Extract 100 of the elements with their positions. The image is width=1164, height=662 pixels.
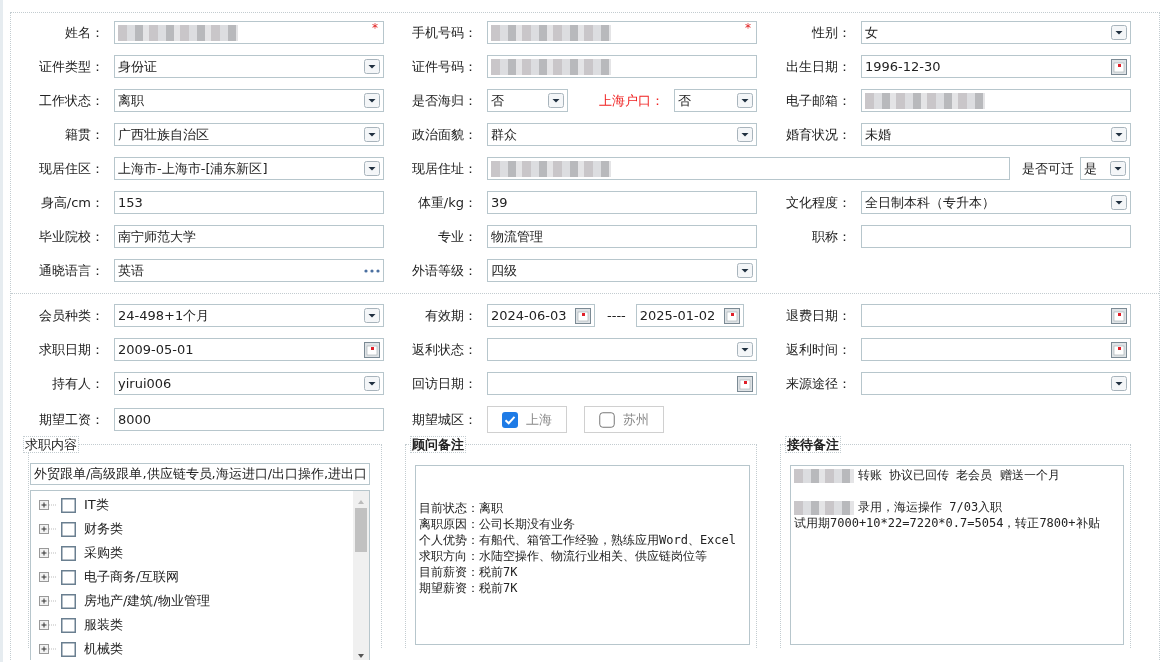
select-field[interactable] (861, 372, 1131, 395)
calendar-icon[interactable] (1111, 341, 1127, 358)
field-label: 出生日期： (785, 57, 851, 76)
date-field[interactable] (861, 338, 1131, 361)
select-field[interactable]: 未婚 (861, 123, 1131, 146)
select-field[interactable]: 四级 (487, 259, 757, 282)
panel-title: 顾问备注 (410, 436, 466, 453)
text-field[interactable] (487, 55, 757, 78)
select-field[interactable]: 离职 (114, 89, 384, 112)
dropdown-icon[interactable] (1111, 25, 1127, 40)
select-field[interactable]: 24-498+1个月 (114, 304, 384, 327)
tree-item[interactable]: 服装类 (39, 613, 353, 637)
dropdown-icon[interactable] (1111, 376, 1127, 391)
calendar-icon[interactable] (364, 341, 380, 358)
expand-icon[interactable] (39, 524, 57, 534)
calendar-icon[interactable] (575, 307, 591, 324)
expand-icon[interactable] (39, 548, 57, 558)
expand-icon[interactable] (39, 620, 57, 630)
notes-textarea[interactable]: 目前状态：离职 离职原因：公司长期没有业务 个人优势：有船代、箱管工作经验，熟练应用Word、Excel 求职方向：水陆空操作、物流行业相关、供应链岗位等 目前薪资：税前7K 期望薪资：税前7K (415, 465, 750, 645)
text-field[interactable]: 南宁师范大学 (114, 225, 384, 248)
tree-item[interactable]: 电子商务/互联网 (39, 565, 353, 589)
date-field[interactable] (487, 372, 757, 395)
checkbox-icon[interactable] (61, 545, 76, 561)
checkbox-icon[interactable] (61, 617, 76, 633)
field-label: 现居住址： (411, 159, 477, 178)
select-field[interactable]: 否 (487, 89, 568, 112)
checkbox-icon[interactable] (61, 641, 76, 657)
calendar-icon[interactable] (723, 307, 740, 324)
city-checkbox[interactable]: 苏州 (584, 406, 664, 433)
dropdown-icon[interactable] (548, 93, 564, 108)
field-label: 婚育状况： (785, 125, 851, 144)
tree-item[interactable]: 机械类 (39, 637, 353, 660)
calendar-icon[interactable] (737, 375, 753, 392)
checkbox-icon[interactable] (61, 569, 76, 585)
dropdown-icon[interactable] (1110, 161, 1126, 176)
checkbox-icon[interactable] (61, 497, 76, 513)
field-label: 有效期： (424, 306, 477, 325)
dropdown-icon[interactable] (737, 263, 753, 278)
tree-item[interactable]: 财务类 (39, 517, 353, 541)
calendar-icon[interactable] (1111, 307, 1127, 324)
expand-icon[interactable] (39, 500, 57, 510)
note-line: 离职原因：公司长期没有业务 (419, 517, 575, 531)
select-field[interactable]: 否 (674, 89, 757, 112)
scrollbar[interactable] (353, 491, 369, 660)
city-checkbox[interactable]: 上海 (487, 406, 567, 433)
field-label: 通晓语言： (38, 261, 104, 280)
text-field[interactable]: 8000 (114, 408, 384, 431)
dropdown-icon[interactable] (737, 127, 753, 142)
notes-textarea[interactable]: 转账 协议已回传 老会员 赠送一个月 录用，海运操作 7/03入职 试用期7000+10*22=7220*0.7=5054，转正7800+补贴 (790, 465, 1124, 645)
select-field[interactable]: yirui006 (114, 372, 384, 395)
field-label: 电子邮箱： (785, 91, 851, 110)
expand-icon[interactable] (39, 572, 57, 582)
text-field[interactable]: 外贸跟单/高级跟单,供应链专员,海运进口/出口操作,进出口 (30, 463, 370, 485)
expand-icon[interactable] (39, 596, 57, 606)
note-line: 试用期7000+10*22=7220*0.7=5054，转正7800+补贴 (794, 516, 1100, 530)
lookup-field[interactable]: 英语 (114, 259, 384, 282)
tree-item[interactable]: 房地产/建筑/物业管理 (39, 589, 353, 613)
text-field[interactable]: 39 (487, 191, 757, 214)
select-field[interactable] (487, 338, 757, 361)
text-field[interactable]: 物流管理 (487, 225, 757, 248)
dropdown-icon[interactable] (1111, 127, 1127, 142)
dropdown-icon[interactable] (737, 342, 753, 357)
checkbox-icon[interactable] (61, 593, 76, 609)
date-field[interactable]: 2009-05-01 (114, 338, 384, 361)
dropdown-icon[interactable] (364, 127, 380, 142)
text-field[interactable] (861, 225, 1131, 248)
select-field[interactable]: 群众 (487, 123, 757, 146)
checked-box-icon[interactable] (502, 411, 518, 428)
field-label: 期望城区： (411, 410, 477, 429)
select-field[interactable]: 是 (1080, 157, 1130, 180)
field-label: 是否可迁 (1022, 159, 1074, 178)
select-field[interactable]: 女 (861, 21, 1131, 44)
dropdown-icon[interactable] (1111, 195, 1127, 210)
text-field[interactable] (861, 89, 1131, 112)
field-label: 证件类型： (38, 57, 104, 76)
text-field[interactable] (487, 157, 1010, 180)
select-field[interactable]: 全日制本科（专升本） (861, 191, 1131, 214)
checkbox-icon[interactable] (599, 411, 615, 428)
expand-icon[interactable] (39, 644, 57, 654)
date-field[interactable]: 1996-12-30 (861, 55, 1131, 78)
calendar-icon[interactable] (1111, 58, 1127, 75)
dropdown-icon[interactable] (364, 93, 380, 108)
select-field[interactable]: 上海市-上海市-[浦东新区] (114, 157, 384, 180)
tree-item[interactable]: 采购类 (39, 541, 353, 565)
select-field[interactable]: 身份证 (114, 55, 384, 78)
dropdown-icon[interactable] (737, 93, 753, 108)
checkbox-icon[interactable] (61, 521, 76, 537)
more-icon[interactable] (364, 268, 380, 273)
dropdown-icon[interactable] (364, 376, 380, 391)
date-field[interactable]: 2024-06-03 (487, 304, 595, 327)
select-field[interactable]: 广西壮族自治区 (114, 123, 384, 146)
text-field[interactable]: * (487, 21, 757, 44)
text-field[interactable]: 153 (114, 191, 384, 214)
dropdown-icon[interactable] (364, 308, 380, 323)
date-field[interactable] (861, 304, 1131, 327)
text-field[interactable]: * (114, 21, 384, 44)
dropdown-icon[interactable] (364, 59, 380, 74)
dropdown-icon[interactable] (364, 161, 380, 176)
tree-item[interactable]: IT类 (39, 493, 353, 517)
date-field[interactable]: 2025-01-02 (635, 304, 744, 327)
